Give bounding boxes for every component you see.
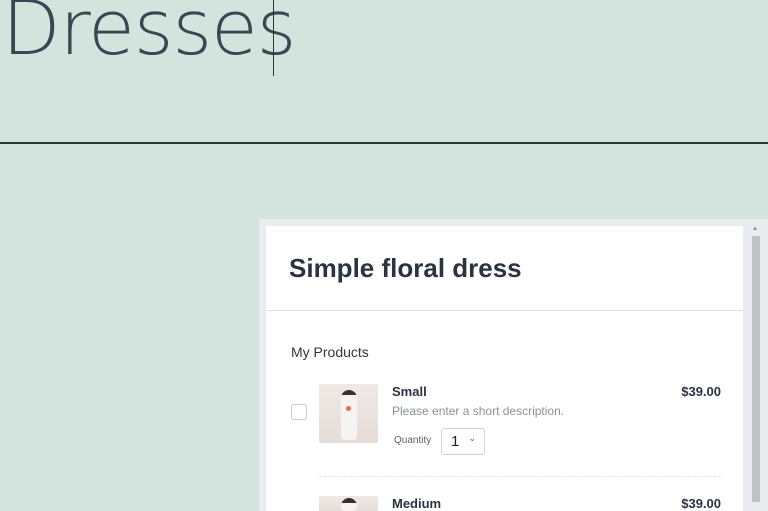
text-cursor <box>273 0 274 76</box>
scroll-up-arrow-icon[interactable]: ▲ <box>752 226 758 232</box>
product-widget-frame: Simple floral dress My Products Small $3… <box>259 219 768 511</box>
product-description: Please enter a short description. <box>392 404 565 418</box>
quantity-select[interactable]: 1 ⌄ <box>441 428 485 455</box>
product-name: Medium <box>392 496 442 511</box>
product-title: Simple floral dress <box>289 253 522 283</box>
product-item-small: Small $39.00 Please enter a short descri… <box>266 384 743 464</box>
quantity-label: Quantity <box>394 435 432 446</box>
product-card: Simple floral dress My Products Small $3… <box>266 226 743 511</box>
scrollbar-thumb[interactable] <box>752 236 760 502</box>
select-checkbox[interactable] <box>291 404 307 420</box>
item-separator <box>319 476 721 477</box>
product-price: $39.00 <box>681 496 721 511</box>
horizontal-divider <box>0 142 768 144</box>
product-item-medium: Medium $39.00 <box>266 496 743 511</box>
scrollbar[interactable]: ▲ <box>751 226 761 511</box>
product-name: Small <box>392 384 427 399</box>
quantity-value: 1 <box>451 433 460 450</box>
product-price: $39.00 <box>681 384 721 399</box>
product-image <box>319 496 378 511</box>
product-image <box>319 384 378 443</box>
page-heading: Dresses <box>2 0 296 72</box>
section-label: My Products <box>291 344 369 360</box>
chevron-down-icon: ⌄ <box>468 433 476 443</box>
card-divider <box>266 310 743 311</box>
